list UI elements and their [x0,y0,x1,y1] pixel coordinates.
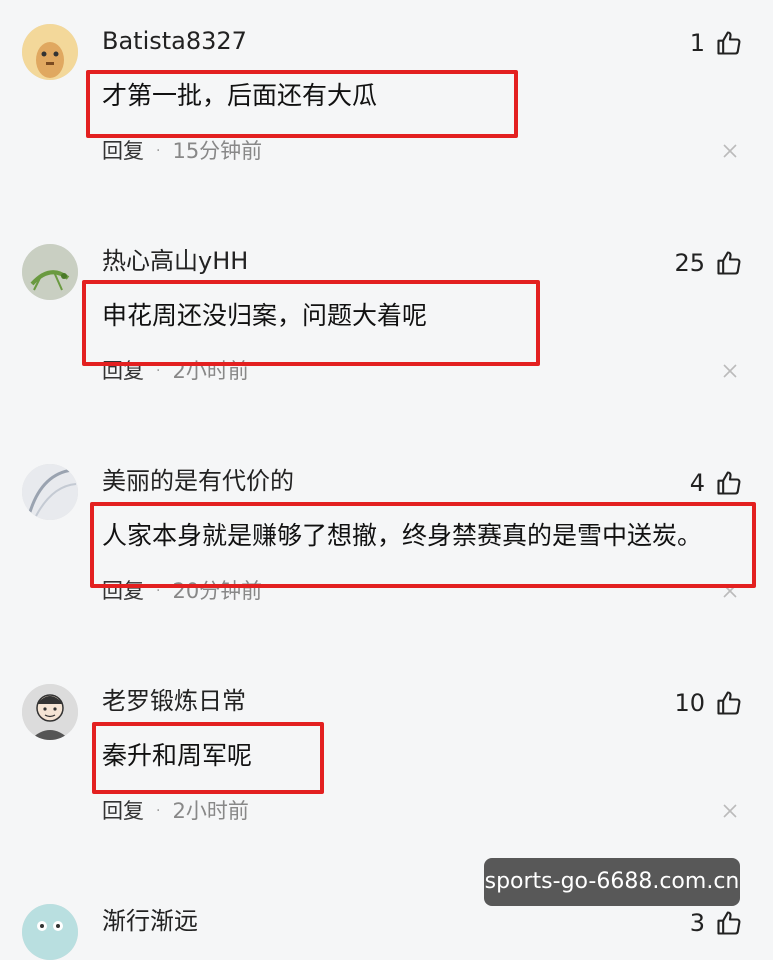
close-icon[interactable] [721,362,739,380]
username[interactable]: 渐行渐远 [102,904,198,938]
highlight-box [82,280,540,366]
username[interactable]: 老罗锻炼日常 [102,684,246,718]
avatar[interactable] [22,244,78,300]
close-icon[interactable] [721,802,739,820]
avatar[interactable] [22,24,78,80]
avatar[interactable] [22,464,78,520]
timestamp: 15分钟前 [172,139,263,163]
timestamp: 2小时前 [172,799,249,823]
like-button[interactable]: 10 [674,686,743,720]
highlight-box [90,502,756,588]
reply-button[interactable]: 回复 [102,794,144,828]
separator-dot: · [156,143,161,159]
like-count: 25 [674,249,705,277]
username[interactable]: 美丽的是有代价的 [102,464,294,498]
thumbs-up-icon[interactable] [715,249,743,277]
reply-button[interactable]: 回复 [102,134,144,168]
thumbs-up-icon[interactable] [715,29,743,57]
like-count: 4 [689,469,705,497]
highlight-box [86,70,518,138]
like-button[interactable]: 25 [674,246,743,280]
like-button[interactable]: 3 [690,906,743,940]
like-count: 10 [674,689,705,717]
like-button[interactable]: 4 [690,466,743,500]
close-icon[interactable] [721,142,739,160]
comment-meta: 回复 · 2小时前 [102,794,249,828]
avatar[interactable] [22,684,78,740]
username[interactable]: 热心高山yHH [102,244,248,278]
username[interactable]: Batista8327 [102,24,247,58]
like-button[interactable]: 1 [690,26,743,60]
watermark: sports-go-6688.com.cn [484,858,740,906]
thumbs-up-icon[interactable] [715,469,743,497]
comment-meta: 回复 · 15分钟前 [102,134,262,168]
highlight-box [92,722,324,794]
separator-dot: · [156,803,161,819]
thumbs-up-icon[interactable] [715,909,743,937]
like-count: 3 [689,909,705,937]
like-count: 1 [689,29,705,57]
avatar[interactable] [22,904,78,960]
thumbs-up-icon[interactable] [715,689,743,717]
